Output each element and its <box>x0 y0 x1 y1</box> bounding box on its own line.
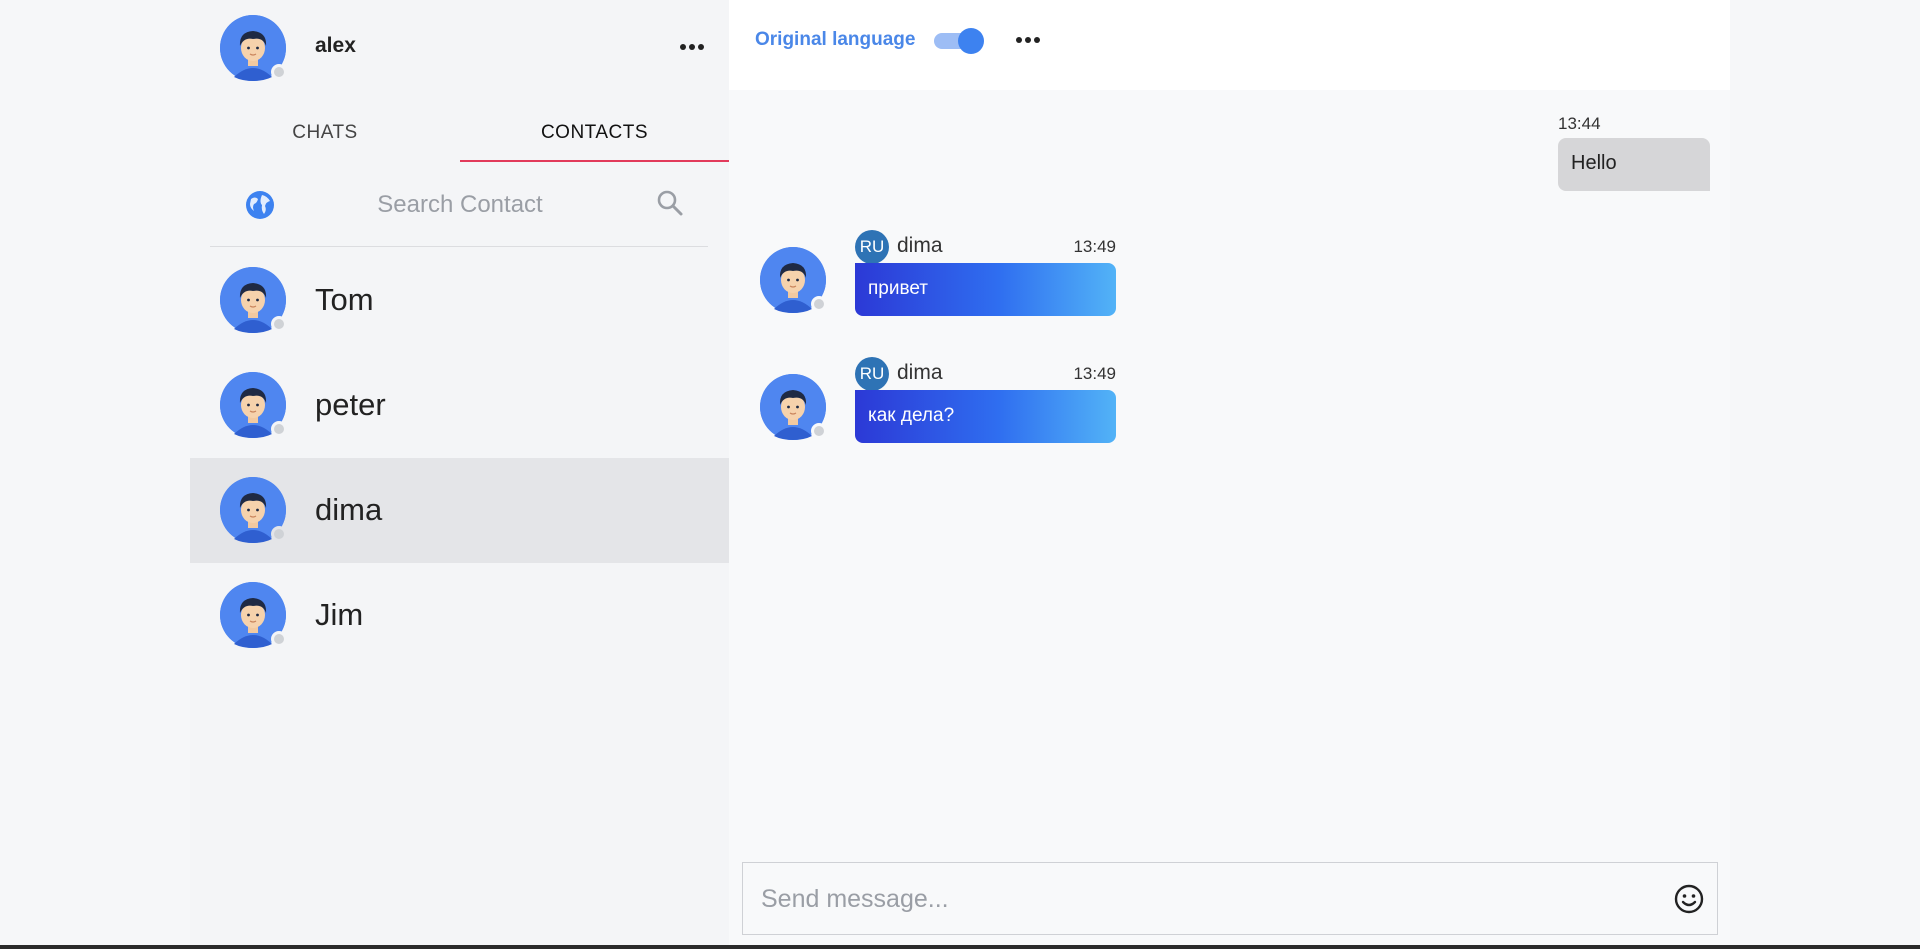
contact-avatar <box>220 267 287 333</box>
window-bottom-edge <box>0 945 1920 949</box>
search-input[interactable] <box>330 187 590 223</box>
tab-chats[interactable]: CHATS <box>190 110 460 162</box>
contact-avatar <box>220 477 287 543</box>
presence-status-dot <box>271 316 287 332</box>
original-language-toggle[interactable] <box>934 28 984 54</box>
outgoing-message-bubble: Hello <box>1558 138 1710 191</box>
more-icon[interactable] <box>677 37 707 57</box>
search-icon[interactable] <box>655 188 685 218</box>
contact-avatar <box>220 582 287 648</box>
sidebar: alex CHATS CONTACTS Search Contact Tom p… <box>190 0 729 945</box>
contact-search <box>210 175 708 247</box>
original-language-label: Original language <box>755 29 916 50</box>
incoming-message: RU dima 13:49 привет <box>729 230 1329 330</box>
contact-avatar <box>220 372 287 438</box>
contact-item[interactable]: peter <box>190 353 729 458</box>
contact-list: Tom peter dima Jim <box>190 248 729 668</box>
incoming-message: RU dima 13:49 как дела? <box>729 357 1329 457</box>
toggle-knob <box>958 28 984 54</box>
tab-contacts[interactable]: CONTACTS <box>460 110 729 162</box>
messenger-app: alex CHATS CONTACTS Search Contact Tom p… <box>190 0 1730 945</box>
contact-item[interactable]: Jim <box>190 563 729 668</box>
contact-item[interactable]: Tom <box>190 248 729 353</box>
presence-status-dot <box>271 64 287 80</box>
user-avatar[interactable] <box>220 15 287 81</box>
contact-item-selected[interactable]: dima <box>190 458 729 563</box>
contact-name: Jim <box>315 597 364 632</box>
contact-name: dima <box>315 492 383 527</box>
chat-panel: Original language 13:44 Hello RU dima 13… <box>729 0 1730 945</box>
incoming-message-bubble: привет <box>855 263 1116 316</box>
globe-icon[interactable] <box>245 190 275 220</box>
current-user-name: alex <box>315 34 356 57</box>
message-input[interactable] <box>759 881 1639 917</box>
contact-name: Tom <box>315 282 374 317</box>
message-composer <box>742 862 1718 935</box>
message-time: 13:49 <box>1073 364 1116 383</box>
more-icon[interactable] <box>1013 30 1043 50</box>
presence-status-dot <box>811 423 827 439</box>
chat-header: Original language <box>729 0 1730 90</box>
message-time: 13:49 <box>1073 237 1116 256</box>
presence-status-dot <box>271 421 287 437</box>
incoming-message-bubble: как дела? <box>855 390 1116 443</box>
presence-status-dot <box>271 526 287 542</box>
emoji-icon[interactable] <box>1673 883 1705 915</box>
contact-name: peter <box>315 387 386 422</box>
sidebar-tabs: CHATS CONTACTS <box>190 110 729 162</box>
profile-header: alex <box>190 0 729 95</box>
presence-status-dot <box>811 296 827 312</box>
presence-status-dot <box>271 631 287 647</box>
message-time: 13:44 <box>1558 114 1601 133</box>
